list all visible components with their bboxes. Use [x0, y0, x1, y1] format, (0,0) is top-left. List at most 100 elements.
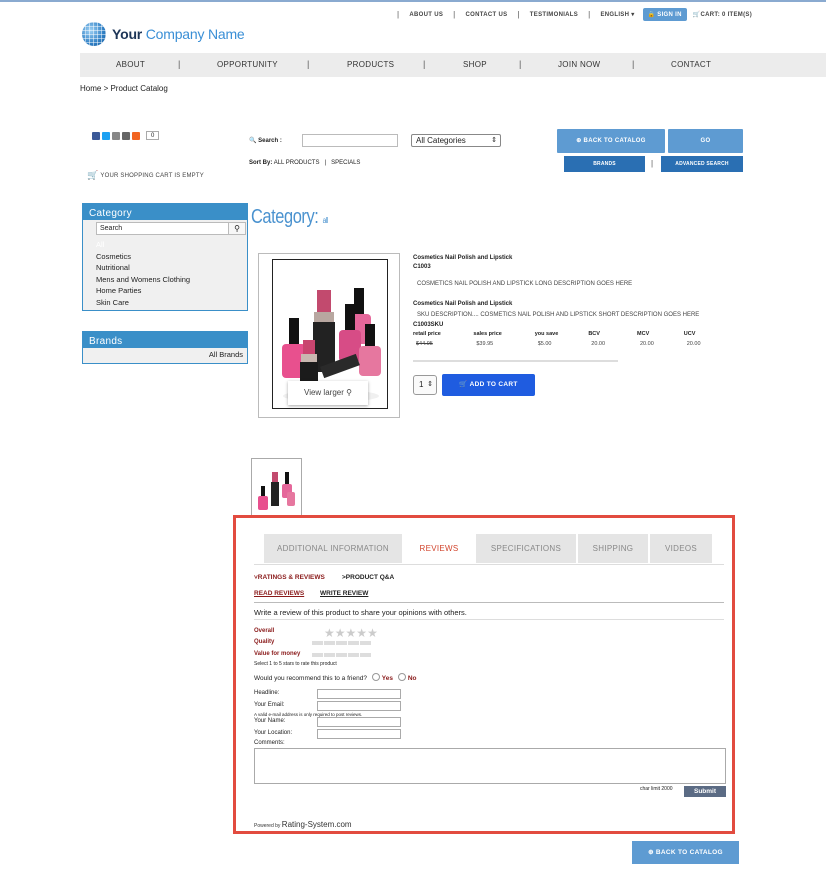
logo-text-bold: Your	[112, 26, 143, 42]
no-label: No	[407, 675, 417, 682]
comments-textarea[interactable]	[254, 748, 726, 784]
product-long-description: COSMETICS NAIL POLISH AND LIPSTICK LONG …	[417, 281, 633, 287]
cart-icon: 🛒	[87, 170, 99, 180]
brands-all[interactable]: All Brands	[83, 348, 247, 359]
headline-input[interactable]	[317, 689, 401, 699]
price-header: MCV	[637, 331, 650, 337]
zoom-in-icon: ⚲	[346, 388, 352, 397]
more-share-icon[interactable]	[132, 131, 140, 140]
sku-code: C1003SKU	[413, 322, 444, 328]
print-icon[interactable]	[122, 131, 130, 140]
category-item-cosmetics[interactable]: Cosmetics	[96, 251, 247, 263]
quantity-select[interactable]: 1 ⇕	[413, 375, 437, 395]
review-intro: Write a review of this product to share …	[254, 608, 467, 617]
tab-shipping[interactable]: SHIPPING	[578, 534, 648, 563]
ratings-reviews-tab[interactable]: ˅RATINGS & REVIEWS	[254, 574, 325, 581]
facebook-icon[interactable]	[92, 131, 100, 140]
cart-icon: 🛒	[459, 381, 468, 388]
email-label: Your Email:	[254, 702, 285, 708]
star-icon[interactable]: ★	[346, 626, 357, 640]
tab-reviews[interactable]: REVIEWS	[404, 534, 474, 563]
category-search-input[interactable]: Search ⚲	[96, 222, 246, 235]
nav-about[interactable]: ABOUT	[116, 60, 145, 69]
advanced-search-button[interactable]: ADVANCED SEARCH	[661, 156, 743, 172]
tab-additional-information[interactable]: ADDITIONAL INFORMATION	[264, 534, 402, 563]
overall-star-rating[interactable]: ★★★★★	[324, 626, 378, 640]
email-icon[interactable]	[112, 131, 120, 140]
powered-by: Powered by Rating-System.com	[254, 820, 352, 829]
recommend-yes-radio[interactable]	[371, 673, 380, 681]
nav-products[interactable]: PRODUCTS	[347, 60, 394, 69]
product-qa-tab[interactable]: >PRODUCT Q&A	[342, 574, 394, 581]
select-arrows-icon: ⇕	[427, 381, 433, 388]
product-code: C1003	[413, 264, 431, 270]
back-to-catalog-button[interactable]: ⊕ BACK TO CATALOG	[557, 129, 665, 153]
tab-specifications[interactable]: SPECIFICATIONS	[476, 534, 576, 563]
price-values: $44.95 $39.95 $5.00 20.00 20.00 20.00	[413, 341, 713, 347]
category-item-all[interactable]: All	[96, 239, 247, 251]
value-rating[interactable]	[312, 653, 371, 657]
add-to-cart-button[interactable]: 🛒 ADD TO CART	[442, 374, 535, 396]
price-headers: retail price sales price you save BCV MC…	[413, 331, 713, 337]
star-icon[interactable]: ★	[324, 626, 335, 640]
submit-button[interactable]: Submit	[684, 786, 726, 797]
sales-price: $39.95	[476, 341, 494, 347]
category-item-home-parties[interactable]: Home Parties	[96, 285, 247, 297]
price-header: BCV	[588, 331, 600, 337]
select-arrows-icon: ⇕	[491, 137, 497, 144]
price-header: UCV	[683, 331, 696, 337]
stars-hint: Select 1 to 5 stars to rate this product	[254, 661, 337, 667]
divider	[254, 602, 724, 603]
sku-description: SKU DESCRIPTION.... COSMETICS NAIL POLIS…	[417, 312, 700, 318]
star-icon[interactable]: ★	[367, 626, 378, 640]
about-us-link[interactable]: ABOUT US	[409, 12, 443, 18]
contact-us-link[interactable]: CONTACT US	[466, 12, 508, 18]
brands-button[interactable]: BRANDS	[564, 156, 645, 172]
quality-label: Quality	[254, 639, 275, 645]
email-input[interactable]	[317, 701, 401, 711]
nav-contact[interactable]: CONTACT	[671, 60, 711, 69]
main-nav: ABOUT | OPPORTUNITY | PRODUCTS | SHOP | …	[80, 53, 826, 77]
comments-label: Comments:	[254, 740, 285, 746]
breadcrumb[interactable]: Home > Product Catalog	[80, 84, 168, 93]
view-larger-button[interactable]: View larger ⚲	[288, 381, 368, 405]
sort-specials[interactable]: SPECIALS	[331, 160, 360, 166]
cart-link[interactable]: 🛒CART: 0 ITEM(S)	[693, 11, 752, 18]
twitter-icon[interactable]	[102, 131, 110, 140]
testimonials-link[interactable]: TESTIMONIALS	[530, 12, 578, 18]
read-reviews-link[interactable]: READ REVIEWS	[254, 590, 304, 597]
recommend-no-radio[interactable]	[397, 673, 406, 681]
category-item-clothing[interactable]: Mens and Womens Clothing	[96, 274, 247, 286]
name-label: Your Name:	[254, 718, 286, 724]
category-select[interactable]: All Categories ⇕	[411, 134, 501, 147]
search-label: 🔍 Search :	[249, 138, 282, 144]
go-button[interactable]: GO	[668, 129, 743, 153]
tab-videos[interactable]: VIDEOS	[650, 534, 712, 563]
search-icon: 🔍	[249, 138, 257, 144]
product-thumbnail[interactable]	[251, 458, 302, 522]
cart-status-text: YOUR SHOPPING CART IS EMPTY	[100, 172, 204, 179]
language-dropdown[interactable]: ENGLISH ▾	[600, 11, 634, 18]
name-input[interactable]	[317, 717, 401, 727]
nav-shop[interactable]: SHOP	[463, 60, 487, 69]
star-icon[interactable]: ★	[356, 626, 367, 640]
powered-by-link[interactable]: Rating-System.com	[282, 820, 352, 829]
quality-rating[interactable]	[312, 641, 371, 645]
recommend-question: Would you recommend this to a friend? Ye…	[254, 673, 417, 682]
back-to-catalog-bottom-button[interactable]: ⊕ BACK TO CATALOG	[632, 841, 739, 864]
company-logo[interactable]: Your Company Name	[82, 22, 245, 46]
globe-logo-icon	[82, 22, 106, 46]
star-icon[interactable]: ★	[335, 626, 346, 640]
nav-join-now[interactable]: JOIN NOW	[558, 60, 600, 69]
nav-opportunity[interactable]: OPPORTUNITY	[217, 60, 278, 69]
top-links: | ABOUT US | CONTACT US | TESTIMONIALS |…	[397, 8, 752, 21]
search-icon[interactable]: ⚲	[228, 222, 246, 235]
category-item-nutritional[interactable]: Nutritional	[96, 262, 247, 274]
sort-all-products[interactable]: ALL PRODUCTS	[274, 160, 320, 166]
you-save: $5.00	[537, 341, 552, 347]
category-item-skin-care[interactable]: Skin Care	[96, 297, 247, 309]
search-input[interactable]	[302, 134, 398, 147]
location-input[interactable]	[317, 729, 401, 739]
write-review-link[interactable]: WRITE REVIEW	[320, 590, 368, 597]
sign-in-button[interactable]: 🔒 SIGN IN	[642, 8, 687, 21]
